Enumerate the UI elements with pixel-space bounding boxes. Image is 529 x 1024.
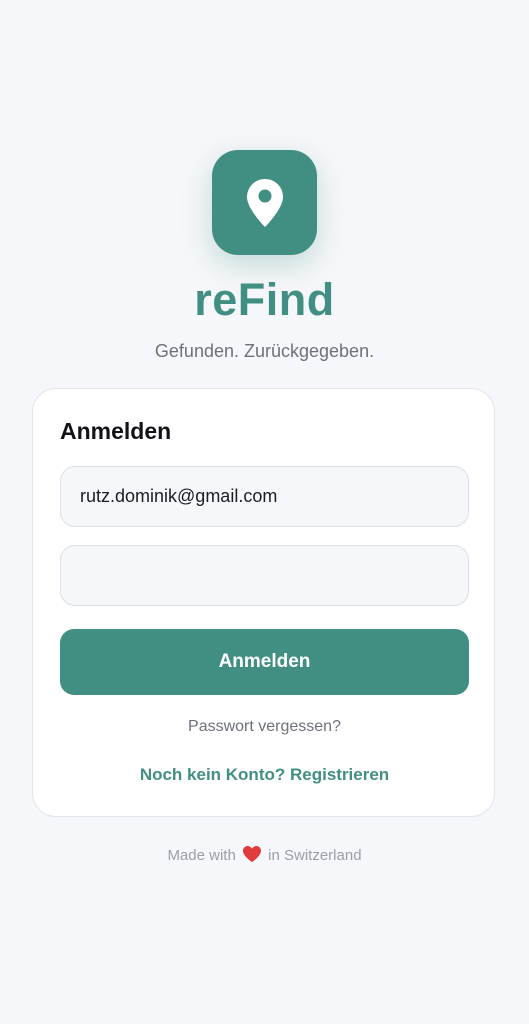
footer-credit: Made with in Switzerland (0, 845, 529, 866)
footer-prefix: Made with (167, 847, 236, 864)
app-tagline: Gefunden. Zurückgegeben. (154, 341, 375, 361)
password-field[interactable] (60, 545, 469, 606)
register-link[interactable]: Noch kein Konto? Registrieren (33, 765, 496, 785)
heart-icon (242, 846, 261, 862)
map-pin-icon (246, 178, 283, 227)
login-button[interactable]: Anmelden (60, 629, 469, 695)
forgot-password-link[interactable]: Passwort vergessen? (33, 717, 496, 737)
login-card: Anmelden Anmelden Passwort vergessen? No… (32, 388, 495, 817)
app-name: reFind (194, 274, 335, 325)
email-field[interactable] (60, 466, 469, 527)
app-logo (212, 150, 317, 255)
footer-suffix: in Switzerland (268, 847, 362, 864)
login-title: Anmelden (60, 418, 172, 444)
